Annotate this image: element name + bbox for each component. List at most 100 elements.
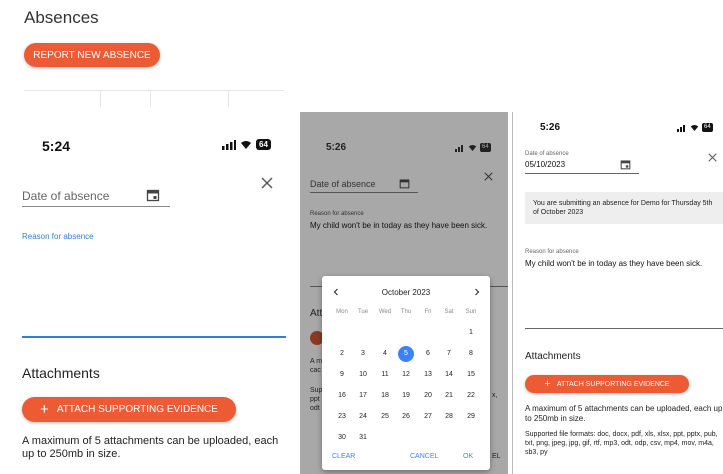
weekday-label: Sat [444, 309, 454, 315]
attachments-heading: Attachments [525, 351, 581, 362]
date-of-absence-placeholder: Date of absence [310, 179, 376, 189]
weekday-label: Fri [424, 309, 432, 315]
close-icon[interactable] [261, 177, 273, 189]
absence-table [24, 90, 284, 107]
weekday-label: Mon [336, 309, 348, 315]
attachments-heading-partial: Att [310, 308, 323, 319]
page-title: Absences [24, 8, 99, 27]
wifi-icon [241, 140, 251, 149]
chevron-right-icon[interactable] [473, 288, 481, 296]
weekday-label: Sun [465, 309, 477, 315]
calendar-day[interactable]: 27 [419, 410, 437, 424]
calendar-day[interactable]: 1 [462, 326, 480, 340]
signal-icon [222, 139, 236, 150]
calendar-cancel-button[interactable]: CANCEL [410, 453, 438, 460]
reason-for-absence-label: Reason for absence [310, 211, 364, 217]
calendar-day[interactable]: 4 [376, 347, 394, 361]
bottom-partial: EL [492, 453, 501, 460]
calendar-day[interactable]: 8 [462, 347, 480, 361]
note-right-partial: x, [492, 392, 498, 399]
screen-2: 5:26 64 Date of absence Reason for absen… [300, 112, 508, 474]
calendar-day[interactable]: 10 [354, 368, 372, 382]
calendar-ok-button[interactable]: OK [463, 453, 473, 460]
calendar-day[interactable]: 20 [419, 389, 437, 403]
status-time: 5:26 [326, 142, 347, 153]
reason-text[interactable]: My child won't be in today as they have … [310, 221, 500, 231]
note-line-b: cac [310, 367, 321, 374]
calendar-day[interactable]: 15 [462, 368, 480, 382]
calendar-day[interactable]: 3 [354, 347, 372, 361]
calendar-day[interactable]: 21 [440, 389, 458, 403]
status-icons: 64 [222, 139, 271, 150]
note-line-d: ppt [310, 396, 320, 403]
reason-text[interactable]: My child won't be in today as they have … [525, 259, 721, 269]
report-new-absence-label: REPORT NEW ABSENCE [33, 49, 151, 61]
note-line-e: odt [310, 405, 320, 412]
absence-notice-text: You are submitting an absence for Demo f… [533, 200, 713, 216]
calendar-day[interactable]: 12 [397, 368, 415, 382]
close-icon[interactable] [484, 172, 493, 181]
calendar-day[interactable]: 19 [397, 389, 415, 403]
battery-icon: 64 [702, 123, 713, 132]
date-picker-dialog: October 2023 Mon Tue Wed Thu Fri Sat Sun 1 2 3 4 5 6… [322, 276, 490, 470]
attach-evidence-button[interactable]: + ATTACH SUPPORTING EVIDENCE [22, 397, 236, 422]
reason-input-underline[interactable] [22, 336, 286, 338]
status-time: 5:26 [540, 122, 561, 133]
calendar-day[interactable]: 14 [440, 368, 458, 382]
date-of-absence-field[interactable]: Date of absence [22, 186, 170, 207]
calendar-day[interactable]: 13 [419, 368, 437, 382]
calendar-day[interactable]: 6 [419, 347, 437, 361]
attach-evidence-label: ATTACH SUPPORTING EVIDENCE [56, 404, 218, 415]
reason-for-absence-label: Reason for absence [525, 249, 579, 255]
plus-icon: + [40, 400, 49, 418]
calendar-day[interactable]: 28 [440, 410, 458, 424]
attach-evidence-label: ATTACH SUPPORTING EVIDENCE [556, 380, 670, 388]
calendar-day[interactable]: 7 [440, 347, 458, 361]
absence-notice: You are submitting an absence for Demo f… [525, 192, 723, 224]
calendar-day[interactable]: 30 [333, 431, 351, 445]
attachment-limit-note: A maximum of 5 attachments can be upload… [22, 435, 279, 460]
calendar-day[interactable]: 11 [376, 368, 394, 382]
weekday-label: Tue [357, 309, 369, 315]
battery-icon: 64 [256, 139, 271, 150]
calendar-day[interactable]: 22 [462, 389, 480, 403]
calendar-icon[interactable] [399, 178, 410, 189]
date-of-absence-field[interactable]: Date of absence [310, 178, 418, 193]
note-line-a: A m [310, 358, 323, 365]
signal-icon [677, 124, 685, 132]
calendar-clear-button[interactable]: CLEAR [332, 453, 355, 460]
calendar-day[interactable]: 31 [354, 431, 372, 445]
calendar-day[interactable]: 16 [333, 389, 351, 403]
date-of-absence-placeholder: Date of absence [22, 189, 110, 203]
calendar-day[interactable]: 23 [333, 410, 351, 424]
calendar-day[interactable]: 25 [376, 410, 394, 424]
calendar-day[interactable]: 9 [333, 368, 351, 382]
weekday-label: Thu [400, 309, 412, 315]
battery-icon: 64 [480, 143, 491, 152]
status-time: 5:24 [42, 138, 71, 154]
calendar-day[interactable]: 18 [376, 389, 394, 403]
calendar-icon[interactable] [146, 188, 160, 202]
calendar-day[interactable]: 24 [354, 410, 372, 424]
plus-icon: + [544, 378, 551, 390]
attachment-limit-note: A maximum of 5 attachments can be upload… [525, 404, 723, 423]
reason-underline [525, 328, 723, 329]
calendar-icon[interactable] [620, 159, 631, 170]
calendar-day[interactable]: 26 [397, 410, 415, 424]
report-new-absence-button[interactable]: REPORT NEW ABSENCE [24, 43, 160, 67]
weekday-label: Wed [378, 309, 392, 315]
close-icon[interactable] [708, 153, 717, 162]
status-icons: 64 [455, 143, 491, 152]
note-line-c: Sup [310, 387, 323, 394]
status-icons: 64 [677, 123, 713, 132]
calendar-day[interactable]: 5 [398, 346, 414, 362]
calendar-day[interactable]: 29 [462, 410, 480, 424]
signal-icon [455, 144, 463, 152]
attach-evidence-button[interactable]: + ATTACH SUPPORTING EVIDENCE [525, 375, 689, 393]
wifi-icon [690, 124, 699, 131]
date-of-absence-label: Date of absence [525, 151, 569, 157]
attachments-heading: Attachments [22, 365, 100, 381]
date-of-absence-field[interactable]: 05/10/2023 [525, 159, 639, 174]
calendar-day[interactable]: 2 [333, 347, 351, 361]
calendar-day[interactable]: 17 [354, 389, 372, 403]
